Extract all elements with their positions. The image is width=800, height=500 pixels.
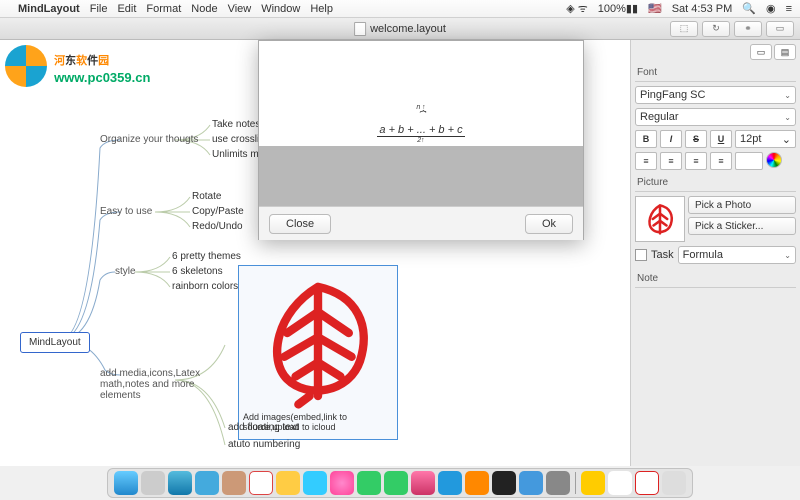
- color-picker-icon[interactable]: [766, 152, 782, 168]
- dock-trash-icon[interactable]: [662, 471, 686, 495]
- formula-preview: n ↑ ⏞ a + b + ... + b + c 2↑: [377, 104, 464, 144]
- dock-terminal-icon[interactable]: [492, 471, 516, 495]
- ok-button[interactable]: Ok: [525, 214, 573, 234]
- font-style-select[interactable]: Regular⌄: [635, 108, 796, 126]
- dock-contacts-icon[interactable]: [222, 471, 246, 495]
- leaf-take-notes[interactable]: Take notes: [212, 119, 260, 130]
- close-button[interactable]: Close: [269, 214, 331, 234]
- leaf-autonum[interactable]: atuto numbering: [228, 439, 300, 450]
- font-heading: Font: [635, 64, 796, 82]
- dock-settings-icon[interactable]: [546, 471, 570, 495]
- clock[interactable]: Sat 4:53 PM: [672, 3, 733, 15]
- menu-edit[interactable]: Edit: [117, 3, 136, 15]
- menu-view[interactable]: View: [228, 3, 252, 15]
- dock-photos-icon[interactable]: [330, 471, 354, 495]
- leaf-themes[interactable]: 6 pretty themes: [172, 251, 241, 262]
- pick-photo-button[interactable]: Pick a Photo: [688, 196, 796, 214]
- spotlight-icon[interactable]: 🔍: [742, 2, 756, 15]
- text-color-swatch[interactable]: [735, 152, 763, 170]
- formula-modal: n ↑ ⏞ a + b + ... + b + c 2↑ Close Ok: [258, 40, 584, 240]
- window-title: welcome.layout: [354, 22, 446, 36]
- menu-format[interactable]: Format: [146, 3, 181, 15]
- dock-notes-icon[interactable]: [276, 471, 300, 495]
- menu-node[interactable]: Node: [191, 3, 217, 15]
- dock-safari-icon[interactable]: [168, 471, 192, 495]
- note-heading: Note: [635, 270, 796, 288]
- leaf-rotate[interactable]: Rotate: [192, 191, 221, 202]
- dock: [107, 468, 693, 498]
- dock-launchpad-icon[interactable]: [141, 471, 165, 495]
- picture-preview[interactable]: [635, 196, 685, 242]
- dock-mindlayout-icon[interactable]: [635, 471, 659, 495]
- siri-icon[interactable]: ◉: [766, 2, 776, 15]
- dock-qq-icon[interactable]: [608, 471, 632, 495]
- menu-file[interactable]: File: [90, 3, 108, 15]
- align-right-button[interactable]: ≡: [685, 152, 707, 170]
- align-justify-button[interactable]: ≡: [710, 152, 732, 170]
- input-flag[interactable]: 🇺🇸: [648, 2, 662, 15]
- leaf-floating[interactable]: add floating text: [228, 422, 299, 433]
- task-label: Task: [651, 249, 674, 261]
- leaf-copy[interactable]: Copy/Paste: [192, 206, 244, 217]
- group-media[interactable]: add media,icons,Latex math,notes and mor…: [100, 368, 210, 401]
- bold-button[interactable]: B: [635, 130, 657, 148]
- formula-select[interactable]: Formula⌄: [678, 246, 796, 264]
- dock-ibooks-icon[interactable]: [465, 471, 489, 495]
- inspector-tab-1[interactable]: ▭: [750, 44, 772, 60]
- doc-icon: [354, 22, 366, 36]
- align-left-button[interactable]: ≡: [635, 152, 657, 170]
- wifi-icon[interactable]: ◈ ᯤ: [566, 1, 588, 16]
- dock-preview-icon[interactable]: [519, 471, 543, 495]
- inspector-tab-2[interactable]: ▤: [774, 44, 796, 60]
- window-title-text: welcome.layout: [370, 23, 446, 35]
- group-easy[interactable]: Easy to use: [100, 206, 152, 217]
- leaf-rainborn[interactable]: rainborn colors: [172, 281, 238, 292]
- align-center-button[interactable]: ≡: [660, 152, 682, 170]
- watermark-url: www.pc0359.cn: [54, 70, 150, 85]
- notif-icon[interactable]: ≡: [786, 3, 792, 15]
- selected-node-box[interactable]: Add images(embed,link to source,upload t…: [238, 265, 398, 440]
- font-family-select[interactable]: PingFang SC⌄: [635, 86, 796, 104]
- dock-calendar-icon[interactable]: [249, 471, 273, 495]
- toolbar-btn-4[interactable]: ▭: [766, 21, 794, 37]
- font-size-select[interactable]: 12pt⌄: [735, 130, 796, 148]
- dock-messages-icon[interactable]: [357, 471, 381, 495]
- menubar: MindLayout File Edit Format Node View Wi…: [0, 0, 800, 18]
- menu-window[interactable]: Window: [261, 3, 300, 15]
- site-watermark: 河东软件园 www.pc0359.cn: [5, 45, 150, 87]
- toolbar-btn-1[interactable]: ⬚: [670, 21, 698, 37]
- battery-status[interactable]: 100% ▮▮: [598, 2, 638, 15]
- watermark-logo-icon: [5, 45, 47, 87]
- app-name[interactable]: MindLayout: [18, 3, 80, 15]
- window-titlebar: welcome.layout ⬚ ↻ ⚭ ▭: [0, 18, 800, 40]
- dock-appstore-icon[interactable]: [438, 471, 462, 495]
- dock-sublime-icon[interactable]: [581, 471, 605, 495]
- dock-maps-icon[interactable]: [303, 471, 327, 495]
- underline-button[interactable]: U: [710, 130, 732, 148]
- task-checkbox[interactable]: [635, 249, 647, 261]
- dock-separator: [575, 472, 576, 494]
- menu-help[interactable]: Help: [310, 3, 333, 15]
- modal-body: n ↑ ⏞ a + b + ... + b + c 2↑: [259, 41, 583, 206]
- strike-button[interactable]: S: [685, 130, 707, 148]
- pick-sticker-button[interactable]: Pick a Sticker...: [688, 217, 796, 235]
- italic-button[interactable]: I: [660, 130, 682, 148]
- dock-finder-icon[interactable]: [114, 471, 138, 495]
- picture-heading: Picture: [635, 174, 796, 192]
- leaf-skeletons[interactable]: 6 skeletons: [172, 266, 223, 277]
- group-style[interactable]: style: [115, 266, 136, 277]
- group-organize[interactable]: Organize your thougts: [100, 134, 198, 145]
- dock-itunes-icon[interactable]: [411, 471, 435, 495]
- leaf-redo[interactable]: Redo/Undo: [192, 221, 243, 232]
- toolbar-btn-3[interactable]: ⚭: [734, 21, 762, 37]
- toolbar-btn-2[interactable]: ↻: [702, 21, 730, 37]
- dock-facetime-icon[interactable]: [384, 471, 408, 495]
- inspector-panel: ▭ ▤ Font PingFang SC⌄ Regular⌄ B I S U 1…: [630, 40, 800, 466]
- root-node[interactable]: MindLayout: [20, 332, 90, 353]
- dock-mail-icon[interactable]: [195, 471, 219, 495]
- leaf-image-icon: [248, 270, 388, 410]
